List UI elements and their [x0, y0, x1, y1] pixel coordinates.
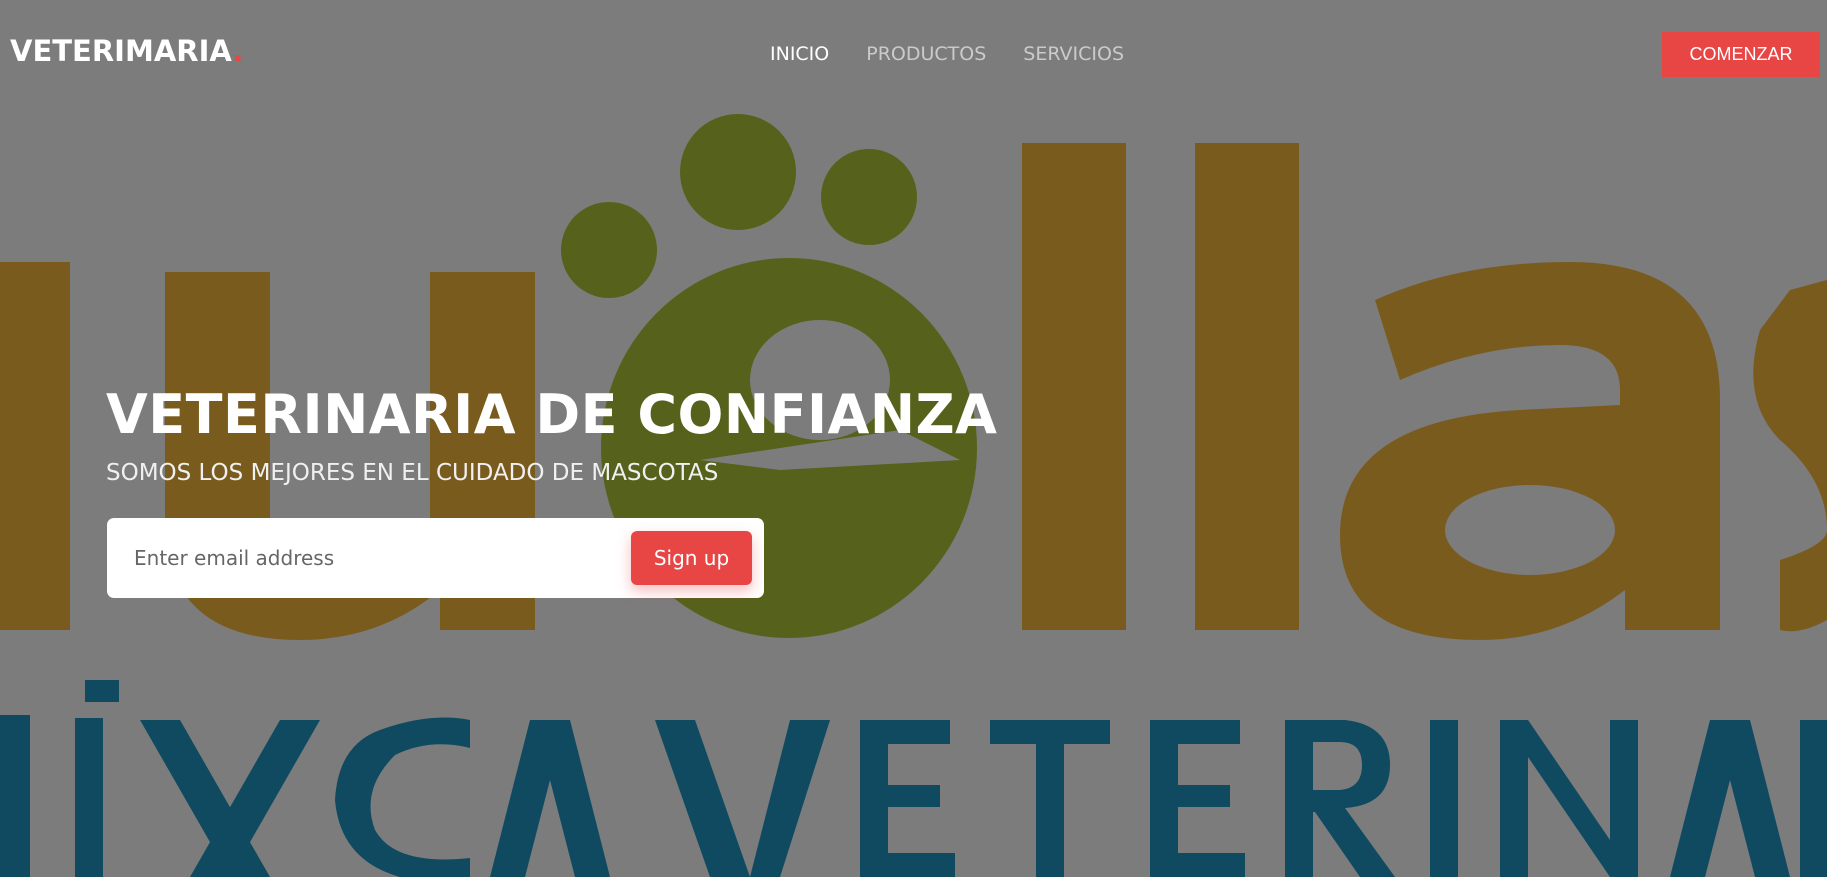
navbar: VETERIMARIA. INICIO PRODUCTOS SERVICIOS … [0, 0, 1827, 108]
email-input[interactable] [107, 518, 607, 598]
hero-subtitle: SOMOS LOS MEJORES EN EL CUIDADO DE MASCO… [106, 460, 719, 486]
nav-link-inicio[interactable]: INICIO [770, 43, 829, 65]
signup-button[interactable]: Sign up [631, 531, 752, 585]
signup-form: Sign up [107, 518, 764, 598]
hero-section: VETERIMARIA. INICIO PRODUCTOS SERVICIOS … [0, 0, 1827, 877]
brand-dot: . [232, 34, 244, 68]
brand-logo-link[interactable]: VETERIMARIA. [10, 34, 243, 68]
nav-link-servicios[interactable]: SERVICIOS [1023, 43, 1124, 65]
comenzar-button[interactable]: COMENZAR [1662, 32, 1820, 77]
nav-links: INICIO PRODUCTOS SERVICIOS [770, 43, 1161, 65]
brand-name: VETERIMARIA [10, 34, 233, 68]
hero-title: VETERINARIA DE CONFIANZA [106, 383, 998, 446]
nav-link-productos[interactable]: PRODUCTOS [866, 43, 986, 65]
